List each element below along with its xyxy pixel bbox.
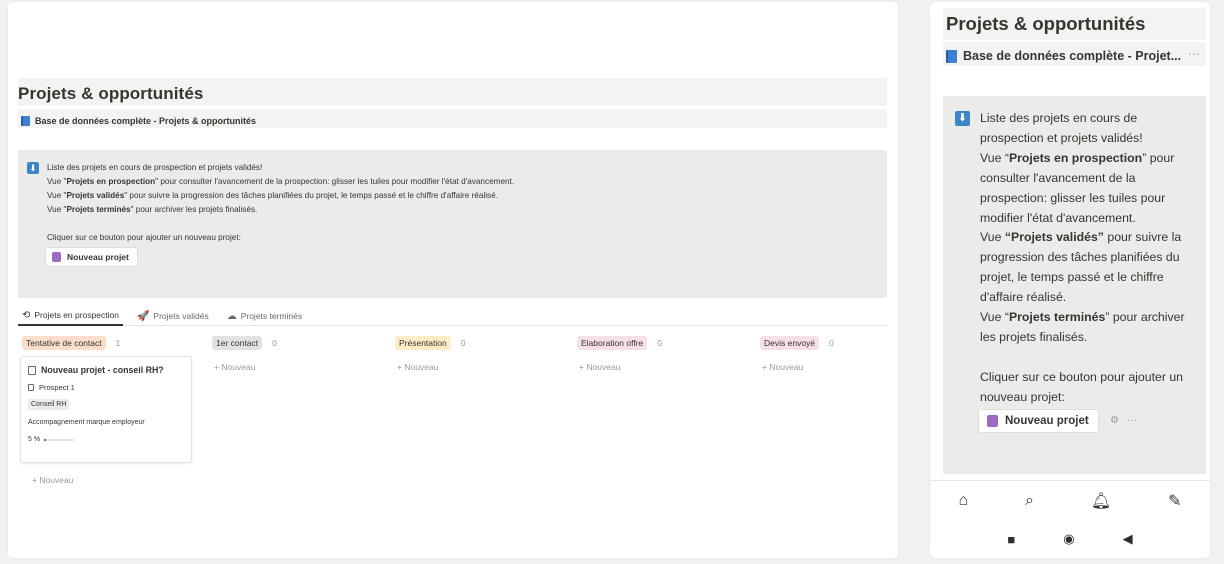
info-callout: ⬇ Liste des projets en cours de prospect… [943, 96, 1206, 474]
settings-icon[interactable]: ⚙ [1110, 415, 1119, 426]
bell-icon[interactable]: 🔔︎ [1091, 491, 1111, 511]
column-label[interactable]: 1er contact [212, 336, 263, 350]
column-label[interactable]: Tentative de contact [22, 336, 106, 350]
sync-icon: ⟲ [22, 309, 31, 321]
column-count: 0 [657, 338, 662, 348]
stop-square-icon[interactable]: ■ [1007, 532, 1015, 547]
new-project-button[interactable]: Nouveau projet [978, 409, 1099, 433]
board-column: Elaboration offre 0 + Nouveau [577, 336, 742, 486]
compose-icon[interactable]: ✎ [1168, 491, 1181, 511]
home-circle-icon[interactable]: ◉ [1063, 531, 1074, 547]
callout-line: Liste des projets en cours de prospectio… [47, 163, 263, 172]
callout-text: Liste des projets en cours de prospectio… [980, 109, 1202, 408]
callout-line: Vue "Projets terminés" pour archiver les… [47, 205, 258, 214]
page-title: Projets & opportunités [943, 8, 1206, 40]
page-icon [52, 252, 61, 262]
document-icon [28, 384, 34, 391]
arrow-down-icon: ⬇ [27, 162, 39, 174]
desktop-view: Projets & opportunités Base de données c… [8, 2, 898, 558]
view-tabs: ⟲ Projets en prospection 🚀 Projets valid… [18, 306, 887, 326]
board: Tentative de contact 1 Nouveau projet - … [20, 336, 892, 496]
column-count: 0 [460, 338, 466, 348]
add-new-card-button[interactable]: + Nouveau [397, 362, 560, 372]
more-icon[interactable]: ··· [1188, 47, 1201, 61]
progress-label: 5 % [28, 436, 41, 443]
rocket-icon: 🚀 [136, 310, 150, 322]
search-icon[interactable]: ⌕ [1025, 492, 1034, 510]
arrow-down-icon: ⬇ [955, 111, 970, 126]
more-icon[interactable]: ··· [1127, 415, 1137, 426]
callout-cta-text: Cliquer sur ce bouton pour ajouter un no… [980, 369, 1184, 404]
card-description: Accompagnement marque employeur [28, 419, 145, 426]
database-link-label: Base de données complète - Projets & opp… [35, 115, 257, 126]
mobile-view: Projets & opportunités Base de données c… [930, 2, 1210, 558]
board-column: Devis envoyé 0 + Nouveau [760, 336, 890, 486]
document-icon [28, 365, 36, 375]
column-count: 1 [115, 338, 121, 348]
board-column: Tentative de contact 1 Nouveau projet - … [20, 336, 194, 486]
database-link[interactable]: Base de données complète - Projet... ··· [943, 42, 1206, 66]
page-icon [987, 415, 998, 427]
tab-projets-valides[interactable]: 🚀 Projets validés [133, 306, 213, 326]
callout-text: Liste des projets en cours de prospectio… [47, 161, 514, 245]
home-icon[interactable]: ⌂ [958, 492, 968, 510]
database-link[interactable]: Base de données complète - Projets & opp… [18, 109, 887, 128]
add-new-card-button[interactable]: + Nouveau [32, 475, 73, 485]
tab-projets-en-prospection[interactable]: ⟲ Projets en prospection [18, 306, 123, 326]
column-label[interactable]: Devis envoyé [760, 336, 820, 350]
callout-cta-text: Cliquer sur ce bouton pour ajouter un no… [47, 233, 241, 242]
board-column: Présentation 0 + Nouveau [395, 336, 560, 486]
callout-line: Vue "Projets validés" pour suivre la pro… [47, 191, 498, 200]
system-nav-bar: ■ ◉ ◀ [930, 520, 1210, 558]
card-title: Nouveau projet - conseil RH? [41, 365, 164, 375]
book-icon [946, 49, 957, 63]
book-icon [21, 115, 30, 126]
column-label[interactable]: Présentation [395, 336, 451, 350]
progress-fill [44, 438, 46, 441]
new-project-button[interactable]: Nouveau projet [45, 247, 138, 267]
callout-line: Vue "Projets en prospection" pour consul… [47, 177, 515, 186]
project-card[interactable]: Nouveau projet - conseil RH? Prospect 1 … [20, 356, 192, 463]
page-title: Projets & opportunités [18, 78, 887, 106]
tab-projets-termines[interactable]: ☁ Projets terminés [223, 306, 306, 326]
mobile-bottom-nav: ⌂ ⌕ 🔔︎ ✎ [930, 480, 1210, 520]
progress-bar [44, 438, 75, 441]
card-prospect[interactable]: Prospect 1 [39, 383, 75, 392]
column-label[interactable]: Elaboration offre [577, 336, 648, 350]
column-count: 0 [829, 338, 834, 348]
add-new-card-button[interactable]: + Nouveau [214, 362, 377, 372]
add-new-card-button[interactable]: + Nouveau [579, 362, 742, 372]
card-tag: Conseil RH [28, 399, 70, 410]
board-column: 1er contact 0 + Nouveau [212, 336, 377, 486]
add-new-card-button[interactable]: + Nouveau [762, 362, 890, 372]
info-callout: ⬇ Liste des projets en cours de prospect… [18, 150, 887, 298]
database-link-label: Base de données complète - Projet... [963, 49, 1182, 63]
cloud-icon: ☁ [226, 310, 237, 322]
column-count: 0 [272, 338, 277, 348]
back-triangle-icon[interactable]: ◀ [1123, 531, 1133, 547]
